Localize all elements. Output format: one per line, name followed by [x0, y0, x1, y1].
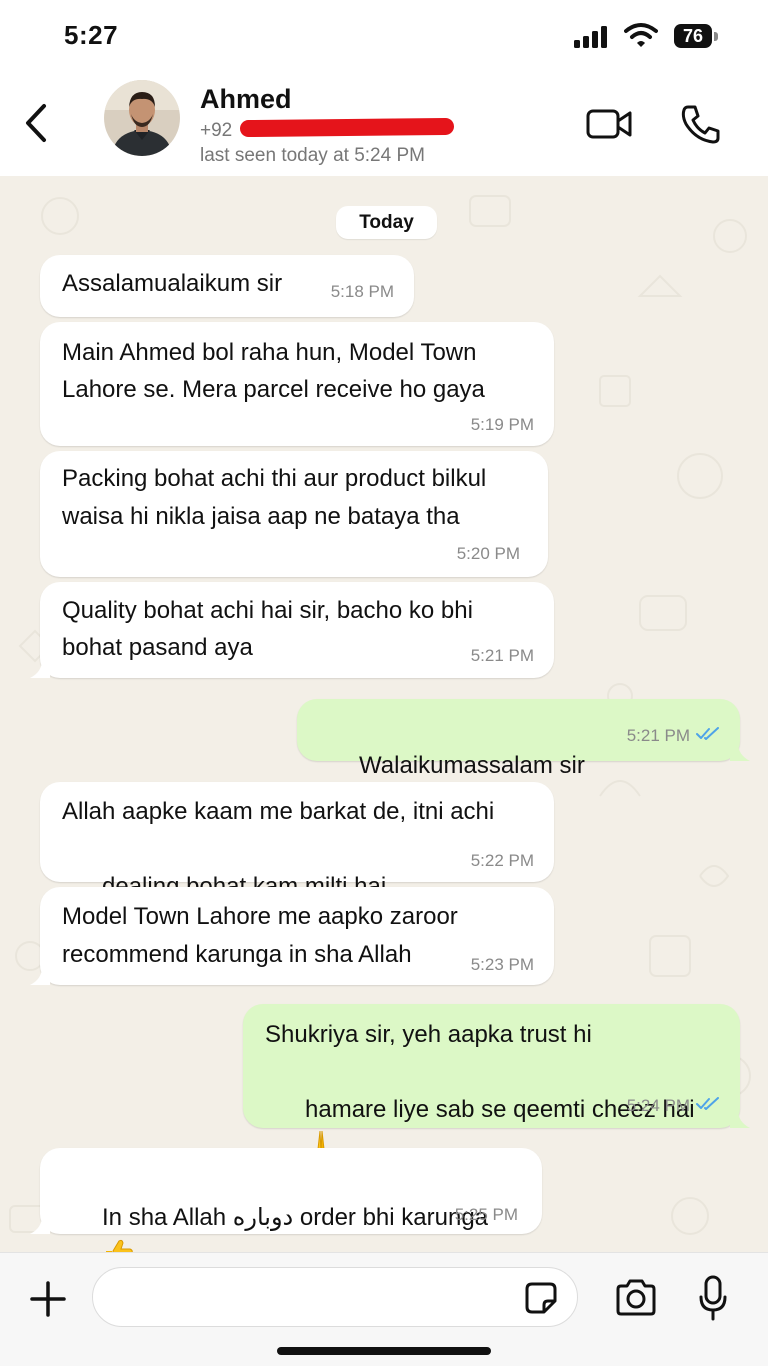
message-text: Shukriya sir, yeh aapka trust hi: [265, 1021, 592, 1048]
bubble-tail: [30, 660, 50, 678]
signal-icon: [574, 26, 607, 48]
double-check-icon: [696, 1097, 719, 1110]
chat-header: Ahmed +92 last seen today at 5:24 PM: [0, 74, 768, 176]
battery-nub: [714, 32, 718, 41]
battery-indicator: 76: [674, 24, 712, 48]
bubble-tail: [730, 743, 750, 761]
wifi-icon: [624, 23, 658, 47]
bubble-tail: [730, 1110, 750, 1128]
date-separator: Today: [336, 206, 437, 239]
phone-icon[interactable]: [678, 102, 722, 146]
message-text: Packing bohat achi thi aur product bilku…: [62, 465, 487, 492]
chevron-left-icon[interactable]: [18, 102, 54, 144]
chat-area[interactable]: Today Assalamualaikum sir 5:18 PM Main A…: [0, 176, 768, 1252]
message-text: Model Town Lahore me aapko zaroor: [62, 903, 458, 930]
message-bubble-outgoing[interactable]: Shukriya sir, yeh aapka trust hi hamare …: [243, 1004, 740, 1159]
contact-phone: +92: [200, 120, 233, 141]
message-text: Allah aapke kaam me barkat de, itni achi: [62, 798, 495, 825]
microphone-icon[interactable]: [698, 1275, 728, 1321]
thumbs-up-icon: [106, 1239, 133, 1252]
message-time: 5:25 PM: [454, 1205, 518, 1224]
message-bubble-incoming[interactable]: Quality bohat achi hai sir, bacho ko bhi…: [40, 582, 554, 678]
message-text: Quality bohat achi hai sir, bacho ko bhi: [62, 597, 473, 624]
message-time: 5:24 PM: [626, 1096, 690, 1115]
message-time: 5:18 PM: [330, 282, 394, 301]
message-text: recommend karunga in sha Allah: [62, 941, 412, 968]
bubble-tail: [30, 967, 50, 985]
message-time: 5:20 PM: [456, 544, 520, 563]
message-bubble-incoming[interactable]: Allah aapke kaam me barkat de, itni achi…: [40, 782, 554, 934]
message-text-content: Walaikumassalam sir: [359, 752, 585, 779]
message-text: bohat pasand aya: [62, 634, 253, 661]
message-time: 5:23 PM: [470, 955, 534, 974]
camera-icon[interactable]: [614, 1279, 658, 1317]
message-time: 5:19 PM: [470, 415, 534, 434]
message-bubble-incoming[interactable]: In sha Allah دوباره order bhi karunga 5:…: [40, 1148, 542, 1252]
message-bubble-outgoing[interactable]: Walaikumassalam sir 5:21 PM: [297, 699, 740, 815]
message-text-content: In sha Allah دوباره order bhi karunga: [102, 1204, 489, 1231]
contact-name[interactable]: Ahmed: [200, 84, 292, 115]
plus-icon[interactable]: [28, 1279, 68, 1319]
phone-redaction-mark: [239, 117, 455, 138]
message-time: 5:21 PM: [470, 646, 534, 665]
double-check-icon: [696, 727, 719, 740]
message-bubble-incoming[interactable]: Model Town Lahore me aapko zaroor recomm…: [40, 887, 554, 985]
message-bubble-incoming[interactable]: Packing bohat achi thi aur product bilku…: [40, 451, 548, 577]
message-text: Assalamualaikum sir: [62, 270, 283, 297]
status-time: 5:27: [64, 20, 119, 50]
message-bubble-incoming[interactable]: Assalamualaikum sir 5:18 PM: [40, 255, 414, 317]
avatar[interactable]: [104, 80, 180, 156]
video-camera-icon[interactable]: [584, 104, 634, 144]
last-seen-status: last seen today at 5:24 PM: [200, 145, 425, 166]
sticker-icon[interactable]: [524, 1281, 558, 1315]
message-text: Main Ahmed bol raha hun, Model Town: [62, 339, 477, 366]
message-time: 5:21 PM: [626, 726, 690, 745]
message-time: 5:22 PM: [470, 851, 534, 870]
message-text: In sha Allah دوباره order bhi karunga: [62, 1161, 488, 1252]
home-indicator: [277, 1347, 491, 1355]
message-text: waisa hi nikla jaisa aap ne bataya tha: [62, 503, 460, 530]
message-composer: [0, 1252, 768, 1366]
bubble-tail: [30, 1216, 50, 1234]
status-bar: 5:27 76: [0, 0, 768, 74]
message-input[interactable]: [92, 1267, 578, 1327]
message-text: Lahore se. Mera parcel receive ho gaya: [62, 376, 485, 403]
message-bubble-incoming[interactable]: Main Ahmed bol raha hun, Model Town Laho…: [40, 322, 554, 446]
